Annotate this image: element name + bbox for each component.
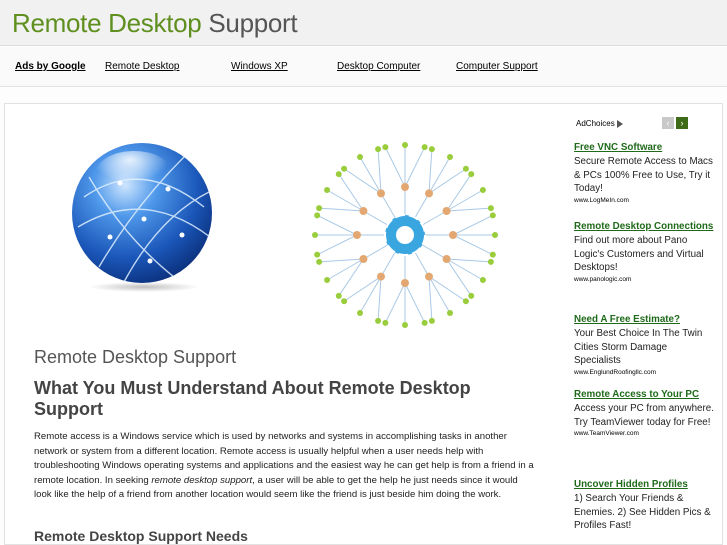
ad-url[interactable]: www.EnglundRoofingllc.com	[574, 368, 714, 378]
ads-prev-button[interactable]: ‹	[662, 117, 674, 129]
article-paragraph: Remote access is a Windows service which…	[34, 430, 534, 503]
sidebar-ad: Need A Free Estimate? Your Best Choice I…	[574, 313, 714, 378]
globe-icon	[72, 143, 212, 292]
ad-title-link[interactable]: Need A Free Estimate?	[574, 313, 714, 327]
site-title-primary: Remote Desktop	[12, 8, 202, 38]
article-heading: What You Must Understand About Remote De…	[34, 378, 471, 419]
site-header: Remote Desktop Support	[0, 0, 727, 46]
ad-url[interactable]: www.LogMeIn.com	[574, 196, 714, 206]
site-title[interactable]: Remote Desktop Support	[12, 8, 298, 39]
link-computer-support[interactable]: Computer Support	[456, 61, 538, 72]
sidebar-ad: Remote Access to Your PC Access your PC …	[574, 388, 714, 439]
ad-text: Your Best Choice In The Twin Cities Stor…	[574, 328, 703, 366]
network-hub-icon	[312, 142, 498, 328]
sidebar-ad: Free VNC Software Secure Remote Access t…	[574, 141, 714, 206]
site-title-secondary: Support	[201, 8, 298, 38]
article-subheading: Remote Desktop Support Needs	[34, 528, 248, 544]
ad-text: Secure Remote Access to Macs & PCs 100% …	[574, 156, 713, 194]
paragraph-emphasis: remote desktop support	[151, 474, 253, 486]
ads-next-button[interactable]: ›	[676, 117, 688, 129]
ad-title-link[interactable]: Free VNC Software	[574, 141, 714, 155]
ad-link-bar: Ads by Google Remote Desktop Windows XP …	[0, 47, 727, 87]
ad-title-link[interactable]: Remote Desktop Connections	[574, 220, 714, 234]
ad-title-link[interactable]: Uncover Hidden Profiles	[574, 478, 714, 492]
ad-title-link[interactable]: Remote Access to Your PC	[574, 388, 714, 402]
ads-by-google-link[interactable]: Ads by Google	[15, 61, 86, 72]
adchoices-label: AdChoices	[576, 119, 615, 128]
link-remote-desktop[interactable]: Remote Desktop	[105, 61, 179, 72]
ad-text: Access your PC from anywhere. Try TeamVi…	[574, 403, 714, 428]
ad-url[interactable]: www.panologic.com	[574, 275, 714, 285]
adchoices-link[interactable]: AdChoices	[576, 119, 623, 128]
ad-text: 1) Search Your Friends & Enemies. 2) See…	[574, 493, 711, 531]
ad-url[interactable]: www.TeamViewer.com	[574, 429, 714, 439]
ad-text: Find out more about Pano Logic's Custome…	[574, 235, 704, 273]
page-title: Remote Desktop Support	[34, 347, 237, 367]
link-desktop-computer[interactable]: Desktop Computer	[337, 61, 420, 72]
sidebar-ad: Remote Desktop Connections Find out more…	[574, 220, 714, 285]
sidebar-ad: Uncover Hidden Profiles 1) Search Your F…	[574, 478, 714, 533]
link-windows-xp[interactable]: Windows XP	[231, 61, 288, 72]
adchoices-icon	[616, 119, 623, 128]
